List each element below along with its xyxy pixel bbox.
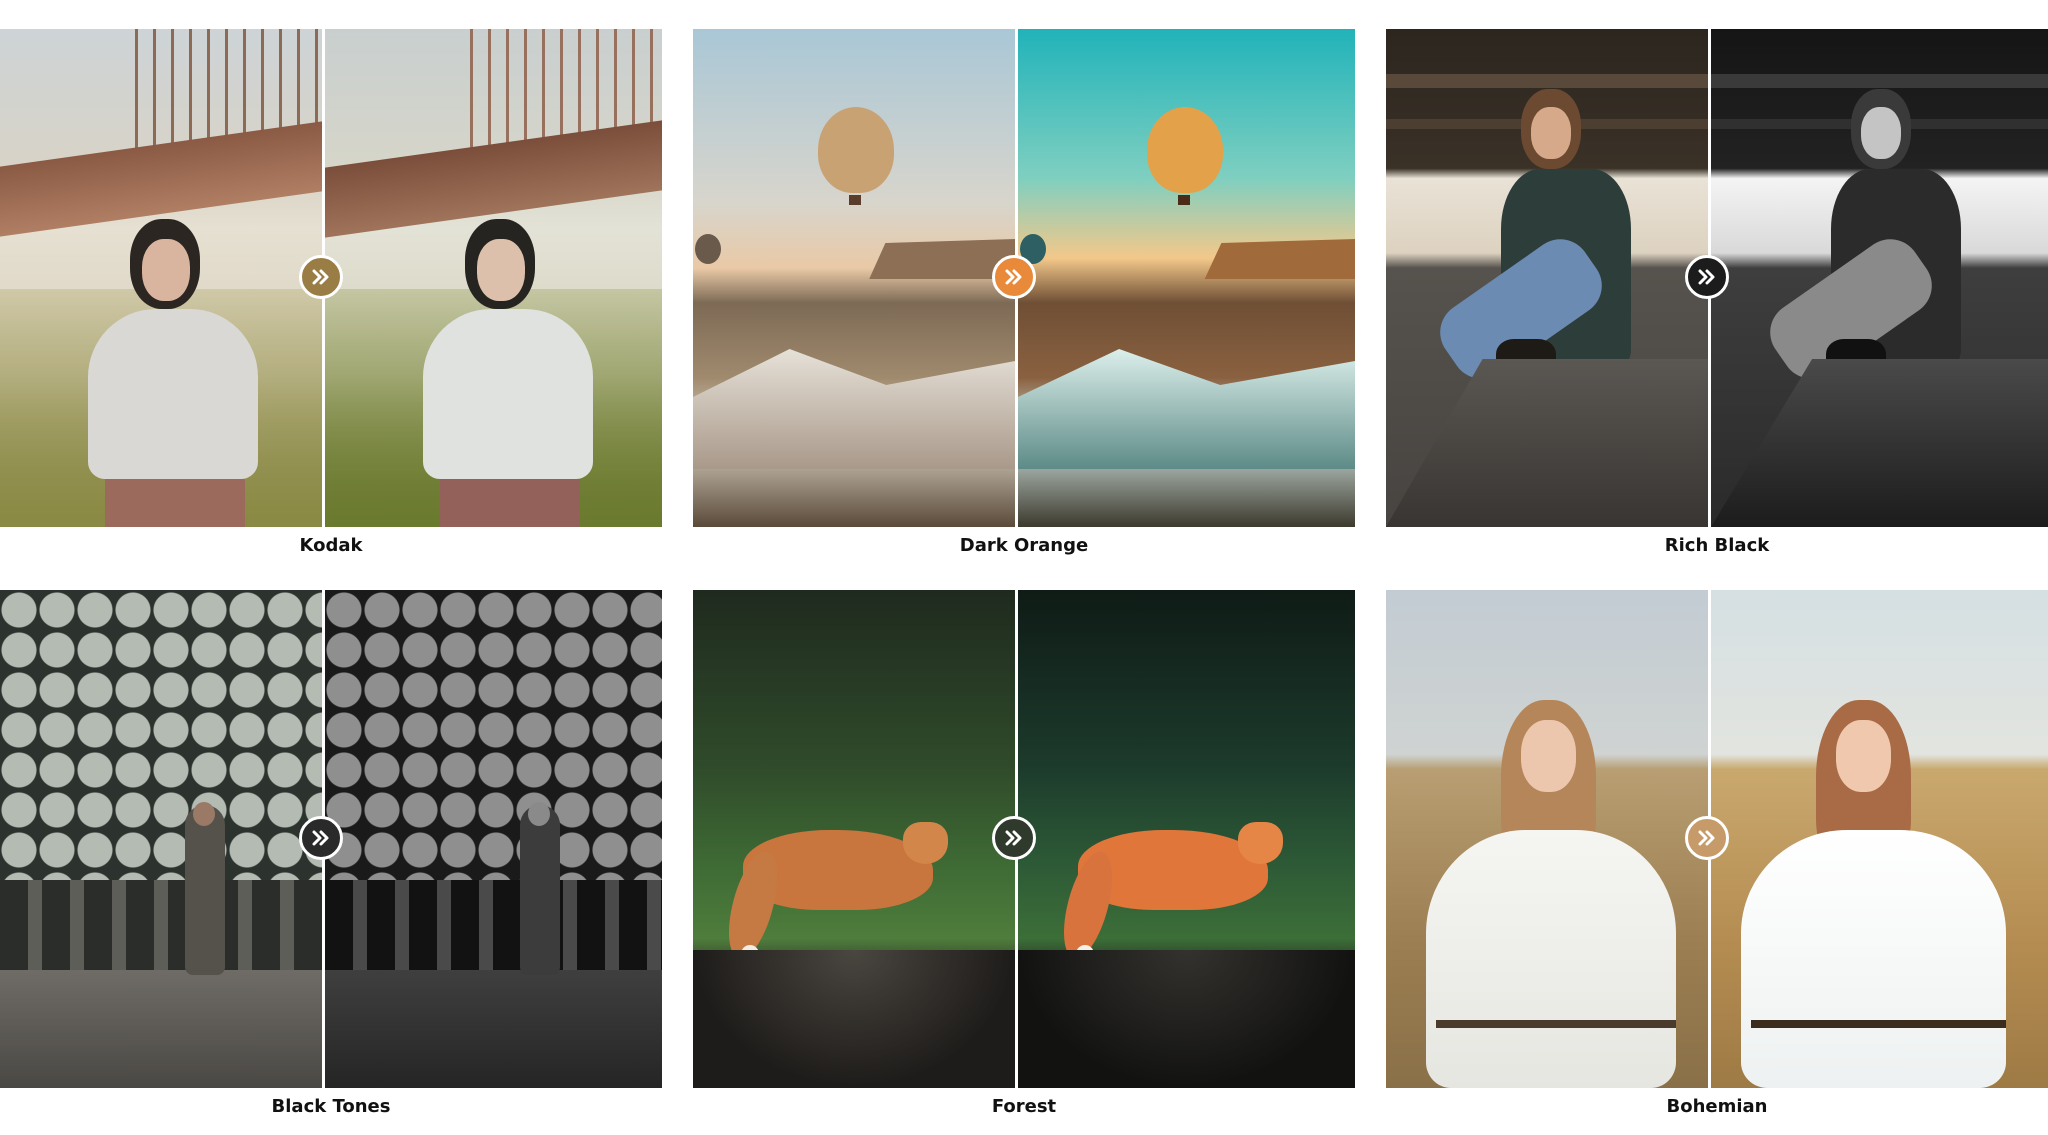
compare-arrow-button[interactable] bbox=[1685, 816, 1729, 860]
before-after-comparison[interactable] bbox=[0, 29, 662, 527]
before-image bbox=[0, 29, 322, 527]
before-image bbox=[1386, 590, 1708, 1088]
before-after-comparison[interactable] bbox=[693, 590, 1355, 1088]
double-chevron-right-icon bbox=[1698, 269, 1715, 285]
after-image bbox=[1711, 29, 2048, 527]
before-after-comparison[interactable] bbox=[693, 29, 1355, 527]
compare-arrow-button[interactable] bbox=[992, 816, 1036, 860]
before-after-comparison[interactable] bbox=[1386, 590, 2048, 1088]
before-image bbox=[0, 590, 322, 1088]
before-image bbox=[693, 590, 1015, 1088]
preset-card-forest[interactable]: Forest bbox=[693, 590, 1355, 1131]
before-image bbox=[1386, 29, 1708, 527]
before-image bbox=[693, 29, 1015, 527]
double-chevron-right-icon bbox=[312, 269, 329, 285]
before-after-comparison[interactable] bbox=[1386, 29, 2048, 527]
preset-name: Rich Black bbox=[1664, 535, 1770, 556]
double-chevron-right-icon bbox=[312, 830, 329, 846]
preset-name: Bohemian bbox=[1666, 1096, 1768, 1117]
compare-arrow-button[interactable] bbox=[992, 255, 1036, 299]
compare-arrow-button[interactable] bbox=[299, 816, 343, 860]
after-image bbox=[1711, 590, 2048, 1088]
after-image bbox=[325, 590, 662, 1088]
preset-name: Kodak bbox=[299, 535, 363, 556]
preset-name: Dark Orange bbox=[959, 535, 1089, 556]
preset-card-dark-orange[interactable]: Dark Orange bbox=[693, 29, 1355, 570]
before-after-comparison[interactable] bbox=[0, 590, 662, 1088]
preset-name: Black Tones bbox=[271, 1096, 391, 1117]
after-image bbox=[1018, 29, 1355, 527]
double-chevron-right-icon bbox=[1698, 830, 1715, 846]
double-chevron-right-icon bbox=[1005, 269, 1022, 285]
preset-name: Forest bbox=[991, 1096, 1057, 1117]
compare-arrow-button[interactable] bbox=[1685, 255, 1729, 299]
preset-card-kodak[interactable]: Kodak bbox=[0, 29, 662, 570]
compare-arrow-button[interactable] bbox=[299, 255, 343, 299]
preset-card-black-tones[interactable]: Black Tones bbox=[0, 590, 662, 1131]
double-chevron-right-icon bbox=[1005, 830, 1022, 846]
after-image bbox=[1018, 590, 1355, 1088]
after-image bbox=[325, 29, 662, 527]
preset-card-bohemian[interactable]: Bohemian bbox=[1386, 590, 2048, 1131]
preset-card-rich-black[interactable]: Rich Black bbox=[1386, 29, 2048, 570]
